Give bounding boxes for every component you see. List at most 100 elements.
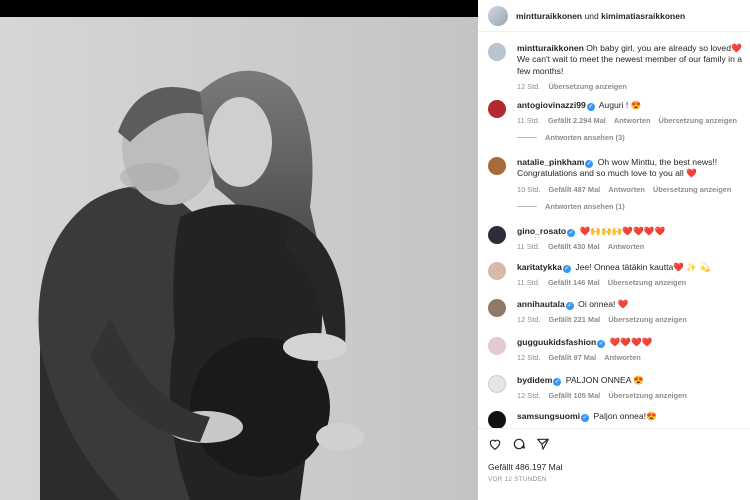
reply-link[interactable]: Antworten bbox=[608, 185, 645, 194]
comment-likes[interactable]: Gefällt 221 Mal bbox=[548, 315, 600, 324]
comments-list[interactable]: mintturaikkonen Oh baby girl, you are al… bbox=[478, 33, 750, 428]
comment-meta: 12 Std. Gefällt 221 Mal Übersetzung anze… bbox=[517, 315, 750, 324]
heart-emoji: ❤️ bbox=[686, 168, 697, 179]
heart-icon[interactable] bbox=[488, 437, 502, 451]
list-item: samsungsuomi ✓ Paljon onnea!😍 bbox=[478, 411, 750, 428]
comment-time: 12 Std. bbox=[517, 353, 541, 363]
comment-meta: 11 Std. Gefällt 2.294 Mal Antworten Über… bbox=[517, 116, 750, 125]
comment-username[interactable]: annihautala bbox=[517, 299, 565, 309]
share-icon[interactable] bbox=[536, 437, 550, 451]
likes-count[interactable]: Gefällt 486.197 Mal bbox=[488, 462, 563, 472]
reply-link[interactable]: Antworten bbox=[608, 242, 645, 251]
comment-likes[interactable]: Gefällt 430 Mal bbox=[548, 242, 600, 251]
comment-likes[interactable]: Gefällt 487 Mal bbox=[548, 185, 600, 194]
reply-link[interactable]: Antworten bbox=[604, 353, 641, 362]
comment-meta: 10 Std. Gefällt 487 Mal Antworten Überse… bbox=[517, 185, 750, 194]
translate-link[interactable]: Übersetzung anzeigen bbox=[548, 82, 626, 91]
comment-message: Oi onnea! bbox=[578, 299, 618, 309]
emoji: 😍 bbox=[630, 100, 642, 110]
comment-username[interactable]: samsungsuomi bbox=[517, 411, 580, 421]
comment-caption: mintturaikkonen Oh baby girl, you are al… bbox=[478, 43, 750, 91]
comment-text: natalie_pinkham ✓ Oh wow Minttu, the best… bbox=[517, 157, 745, 180]
view-replies-label[interactable]: Antworten ansehen (1) bbox=[545, 202, 625, 211]
comment-likes[interactable]: Gefällt 146 Mal bbox=[548, 278, 600, 287]
avatar[interactable] bbox=[488, 411, 506, 428]
avatar[interactable] bbox=[488, 100, 506, 118]
emoji: ❤️ ✨ 💫 bbox=[673, 262, 711, 272]
post-header: mintturaikkonen und kimimatiasraikkonen bbox=[478, 0, 750, 32]
emoji: 😍 bbox=[633, 375, 645, 385]
comment-icon[interactable] bbox=[512, 437, 526, 451]
translate-link[interactable]: Übersetzung anzeigen bbox=[608, 391, 686, 400]
comment-username[interactable]: antogiovinazzi99 bbox=[517, 100, 586, 110]
comment-text: annihautala ✓ Oi onnea! ❤️ bbox=[517, 299, 745, 310]
avatar[interactable] bbox=[488, 299, 506, 317]
avatar[interactable] bbox=[488, 43, 506, 61]
comment-message: ❤️🙌🙌🙌❤️❤️❤️❤️ bbox=[579, 226, 666, 236]
comment-text: mintturaikkonen Oh baby girl, you are al… bbox=[517, 43, 745, 77]
author-avatar[interactable] bbox=[488, 5, 508, 26]
comment-username[interactable]: bydidem bbox=[517, 375, 552, 385]
verified-badge-icon: ✓ bbox=[562, 265, 571, 273]
comment-text: samsungsuomi ✓ Paljon onnea!😍 bbox=[517, 411, 745, 422]
comment-message: PALJON ONNEA bbox=[565, 375, 634, 385]
comment-time: 12 Std. bbox=[517, 315, 541, 325]
translate-link[interactable]: Übersetzung anzeigen bbox=[659, 116, 737, 125]
emoji: 😍 bbox=[646, 411, 657, 421]
translate-link[interactable]: Übersetzung anzeigen bbox=[608, 278, 686, 287]
comment-meta: 12 Std. Gefällt 105 Mal Übersetzung anze… bbox=[517, 391, 750, 400]
avatar[interactable] bbox=[488, 337, 506, 355]
comment-username[interactable]: natalie_pinkham bbox=[517, 157, 584, 167]
comment-text: antogiovinazzi99 ✓ Auguri ! 😍 bbox=[517, 100, 745, 111]
comment-time: 11 Std. bbox=[517, 278, 540, 288]
action-icons bbox=[488, 437, 550, 451]
comment-text: gino_rosato ✓ ❤️🙌🙌🙌❤️❤️❤️❤️ bbox=[517, 226, 745, 237]
comment-likes[interactable]: Gefällt 105 Mal bbox=[548, 391, 600, 400]
author-link-b[interactable]: kimimatiasraikkonen bbox=[601, 11, 685, 21]
avatar[interactable] bbox=[488, 157, 506, 175]
verified-badge-icon: ✓ bbox=[565, 302, 574, 310]
comment-text: bydidem ✓ PALJON ONNEA 😍 bbox=[517, 375, 745, 386]
authors-joiner: und bbox=[584, 10, 599, 21]
comment-username[interactable]: karitatykka bbox=[517, 262, 562, 272]
view-replies[interactable]: Antworten ansehen (3) bbox=[517, 133, 750, 142]
list-item: gugguukidsfashion ✓ ❤️❤️❤️❤️ 12 Std. Gefä… bbox=[478, 337, 750, 362]
comment-time: 11 Std. bbox=[517, 242, 540, 252]
comment-meta: 12 Std. Übersetzung anzeigen bbox=[517, 82, 750, 91]
heart-emoji: ❤️ bbox=[617, 299, 629, 309]
comment-message: Oh baby girl, you are already so loved bbox=[586, 43, 731, 53]
comment-username[interactable]: mintturaikkonen bbox=[517, 43, 584, 53]
verified-badge-icon: ✓ bbox=[581, 414, 590, 422]
post-photo[interactable] bbox=[0, 17, 478, 500]
verified-badge-icon: ✓ bbox=[585, 160, 594, 168]
reply-link[interactable]: Antworten bbox=[614, 116, 651, 125]
heart-emoji: ❤️ bbox=[731, 43, 742, 53]
view-replies-label[interactable]: Antworten ansehen (3) bbox=[545, 133, 625, 142]
comment-text: gugguukidsfashion ✓ ❤️❤️❤️❤️ bbox=[517, 337, 745, 348]
list-item: gino_rosato ✓ ❤️🙌🙌🙌❤️❤️❤️❤️ 11 Std. Gefäl… bbox=[478, 226, 750, 251]
avatar[interactable] bbox=[488, 226, 506, 244]
view-replies[interactable]: Antworten ansehen (1) bbox=[517, 202, 750, 211]
post-photo-pane bbox=[0, 0, 478, 500]
post-sidebar: mintturaikkonen und kimimatiasraikkonen … bbox=[478, 0, 750, 500]
list-item: antogiovinazzi99 ✓ Auguri ! 😍 11 Std. Gef… bbox=[478, 100, 750, 142]
comment-message: Auguri ! bbox=[598, 100, 631, 110]
comment-username[interactable]: gugguukidsfashion bbox=[517, 337, 596, 347]
translate-link[interactable]: Übersetzung anzeigen bbox=[608, 315, 686, 324]
comment-message: Jee! Onnea tätäkin kautta bbox=[575, 262, 674, 272]
comment-time: 11 Std. bbox=[517, 116, 540, 126]
comment-likes[interactable]: Gefällt 97 Mal bbox=[548, 353, 596, 362]
replies-line bbox=[517, 137, 537, 139]
avatar[interactable] bbox=[488, 262, 506, 280]
author-link-a[interactable]: mintturaikkonen bbox=[516, 11, 582, 21]
translate-link[interactable]: Übersetzung anzeigen bbox=[653, 185, 731, 194]
comment-meta: 12 Std. Gefällt 97 Mal Antworten bbox=[517, 353, 750, 362]
list-item: karitatykka ✓ Jee! Onnea tätäkin kautta❤️… bbox=[478, 262, 750, 287]
comment-meta: 11 Std. Gefällt 430 Mal Antworten bbox=[517, 242, 750, 251]
avatar[interactable] bbox=[488, 375, 506, 393]
comment-meta: 11 Std. Gefällt 146 Mal Übersetzung anze… bbox=[517, 278, 750, 287]
comment-username[interactable]: gino_rosato bbox=[517, 226, 566, 236]
comment-likes[interactable]: Gefällt 2.294 Mal bbox=[548, 116, 606, 125]
comment-time: 12 Std. bbox=[517, 82, 541, 92]
list-item: annihautala ✓ Oi onnea! ❤️ 12 Std. Gefäll… bbox=[478, 299, 750, 324]
